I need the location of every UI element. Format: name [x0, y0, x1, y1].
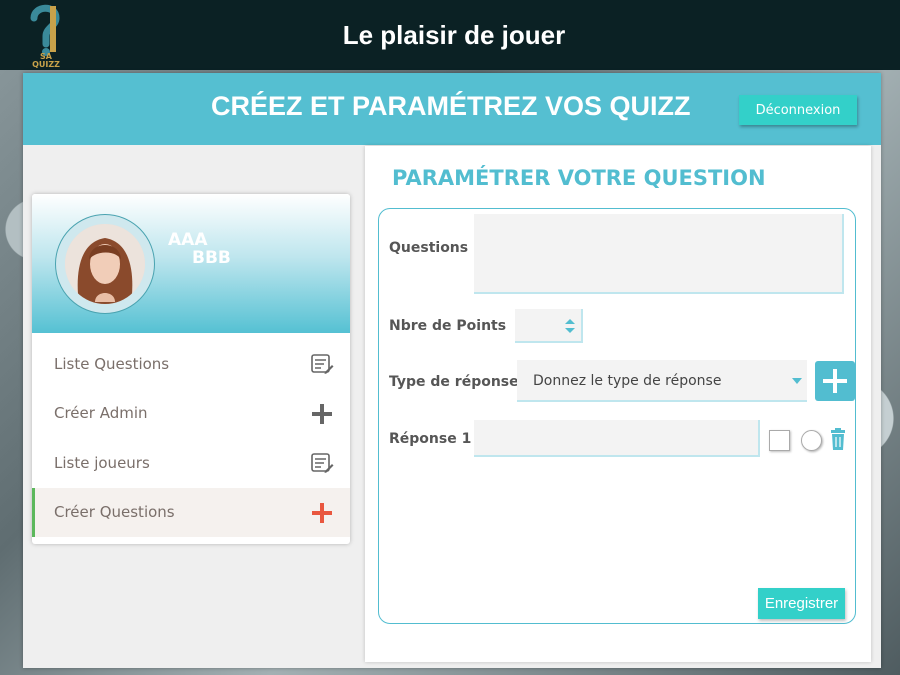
sidebar-item-liste-joueurs[interactable]: Liste joueurs	[32, 438, 350, 488]
sidebar-menu: Liste Questions Créer Admin Liste joueur…	[32, 339, 350, 537]
save-button[interactable]: Enregistrer	[758, 588, 845, 619]
sidebar-item-label: Liste joueurs	[54, 453, 150, 472]
sidebar-item-creer-admin[interactable]: Créer Admin	[32, 389, 350, 439]
stepper-arrows-icon	[565, 319, 575, 333]
chevron-down-icon	[792, 378, 802, 384]
sidebar-item-label: Créer Admin	[54, 404, 148, 423]
profile-last-name: BBB	[192, 248, 231, 268]
answer-checkbox[interactable]	[769, 430, 790, 451]
plus-icon	[312, 502, 332, 523]
questions-label: Questions	[389, 240, 469, 256]
type-label: Type de réponse	[389, 374, 519, 390]
app-panel: CRÉEZ ET PARAMÉTREZ VOS QUIZZ Déconnexio…	[23, 73, 881, 668]
avatar	[65, 224, 145, 304]
page-title: CRÉEZ ET PARAMÉTREZ VOS QUIZZ	[211, 91, 691, 121]
sidebar-item-label: Liste Questions	[54, 354, 170, 373]
response-type-select[interactable]: Donnez le type de réponse	[517, 360, 807, 402]
question-form: Questions Nbre de Points Type de réponse…	[378, 208, 856, 624]
plus-icon	[312, 403, 332, 424]
list-edit-icon	[311, 453, 334, 473]
profile-first-name: AAA	[168, 230, 208, 250]
add-response-type-button[interactable]	[815, 361, 855, 401]
profile-card: AAA BBB	[32, 194, 350, 333]
panel-header: CRÉEZ ET PARAMÉTREZ VOS QUIZZ Déconnexio…	[23, 73, 881, 145]
avatar-ring	[55, 214, 155, 314]
points-label: Nbre de Points	[389, 318, 507, 334]
svg-text:QUIZZ: QUIZZ	[32, 60, 60, 68]
form-title: PARAMÉTRER VOTRE QUESTION	[392, 166, 766, 190]
site-title: Le plaisir de jouer	[342, 20, 566, 50]
sidebar-item-liste-questions[interactable]: Liste Questions	[32, 339, 350, 389]
response-type-value: Donnez le type de réponse	[533, 373, 722, 389]
question-textarea[interactable]	[474, 214, 844, 294]
points-stepper[interactable]	[515, 309, 583, 343]
answer-label: Réponse 1	[389, 431, 472, 447]
trash-icon[interactable]	[830, 428, 846, 450]
answer-radio[interactable]	[801, 430, 822, 451]
top-bar: SA QUIZZ Le plaisir de jouer	[0, 0, 900, 70]
sidebar-item-creer-questions[interactable]: Créer Questions	[32, 487, 350, 537]
list-edit-icon	[311, 354, 334, 374]
plus-icon	[823, 369, 847, 393]
answer-input[interactable]	[474, 420, 760, 457]
question-form-card: PARAMÉTRER VOTRE QUESTION Questions Nbre…	[365, 146, 871, 662]
sidebar-item-label: Créer Questions	[54, 503, 175, 522]
sidebar: AAA BBB Liste Questions Créer Admin List…	[32, 194, 350, 544]
logout-button[interactable]: Déconnexion	[739, 95, 857, 125]
